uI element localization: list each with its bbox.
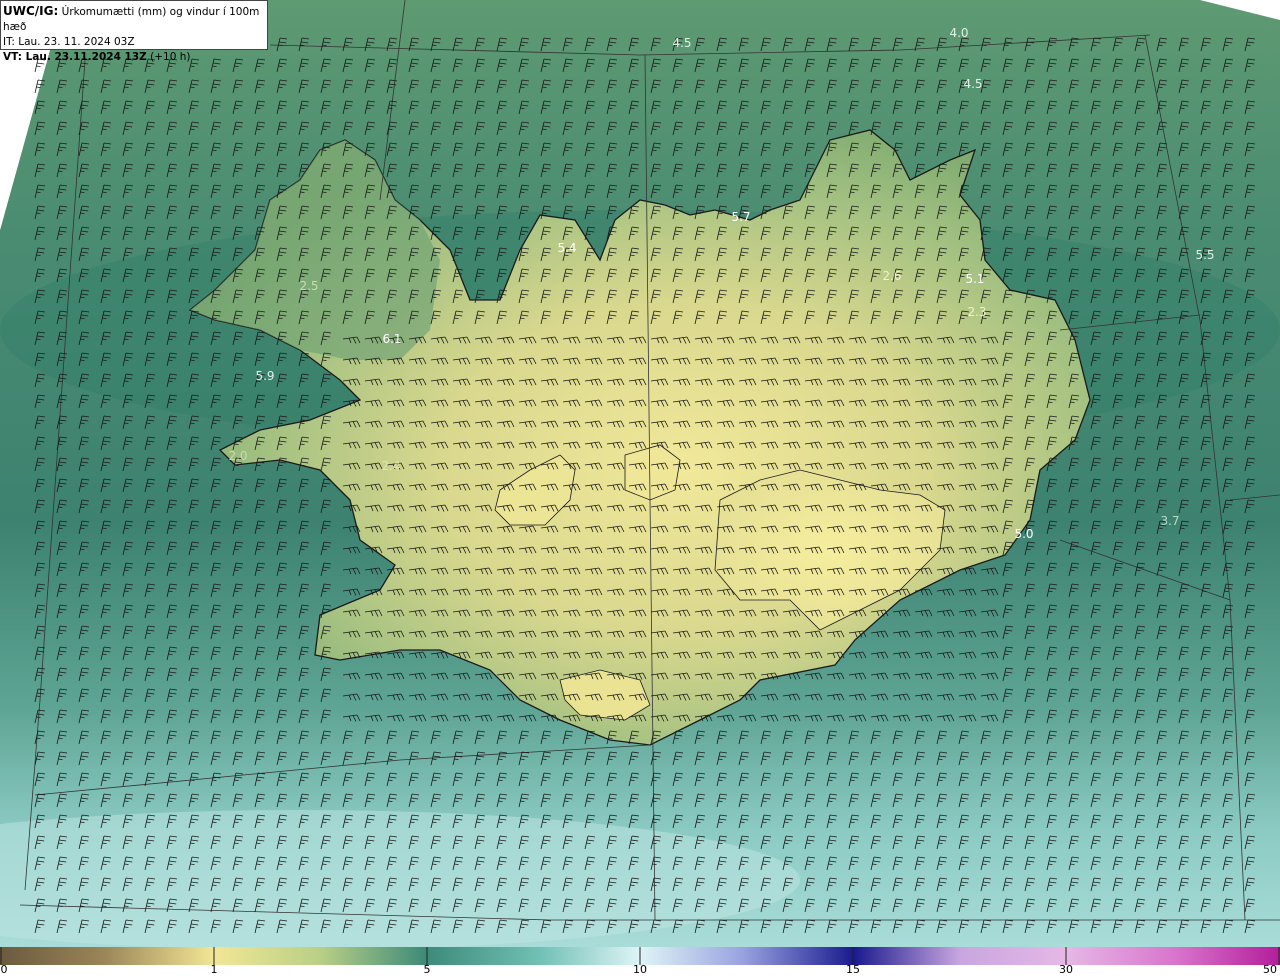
- map-label: 2.0: [228, 449, 247, 463]
- product-code: UWC/IG:: [3, 4, 59, 18]
- valid-time: VT: Lau. 23.11.2024 13Z: [3, 51, 147, 63]
- colorbar-tick-label: 0: [0, 963, 8, 976]
- colorbar-tick-label: 1: [210, 963, 218, 976]
- colorbar-tick-label: 30: [1059, 963, 1073, 976]
- colorbar-tick-label: 10: [633, 963, 647, 976]
- map-label: 4.5: [963, 77, 982, 91]
- colorbar-tick-label: 5: [423, 963, 431, 976]
- colorbar-labels: 0 1 5 10 15 30 50: [0, 963, 1280, 978]
- map-label: 2.5: [299, 279, 318, 293]
- map-label: 4.5: [672, 36, 691, 50]
- init-time: IT: Lau. 23. 11. 2024 03Z: [3, 36, 135, 48]
- precipitation-wind-map: 4.5 4.0 4.5 5.7 5.4 5.5 2.5 2.6 5.1 2.3 …: [0, 0, 1280, 947]
- map-label: 6.1: [382, 332, 401, 346]
- map-label: 5.7: [731, 210, 750, 224]
- map-label: 3.7: [1160, 514, 1179, 528]
- map-label: 2.3: [967, 305, 986, 319]
- map-label: 4.0: [949, 26, 968, 40]
- map-label: 5.1: [965, 272, 984, 286]
- map-label: 2.4: [381, 459, 400, 473]
- map-label: 5.4: [557, 241, 576, 255]
- map-label: 5.0: [1014, 527, 1033, 541]
- map-label: 2.6: [882, 269, 901, 283]
- map-title-box: UWC/IG: Úrkomumætti (mm) og vindur í 100…: [0, 0, 268, 63]
- map-label: 5.9: [255, 369, 274, 383]
- forecast-lead: (+10 h): [150, 51, 191, 63]
- map-label: 5.5: [1195, 248, 1214, 262]
- colorbar-tick-label: 15: [846, 963, 860, 976]
- colorbar-tick-label: 50: [1263, 963, 1277, 976]
